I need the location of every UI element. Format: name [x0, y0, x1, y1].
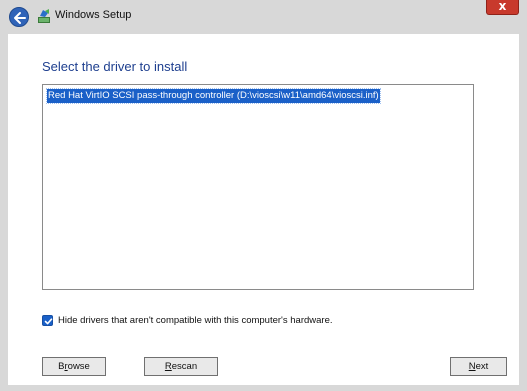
- rescan-button[interactable]: Rescan: [144, 357, 218, 376]
- back-arrow-icon: [14, 12, 26, 24]
- back-button[interactable]: [9, 7, 29, 27]
- title-bar: Windows Setup x: [0, 0, 527, 34]
- windows-setup-icon: [36, 8, 52, 24]
- page-heading: Select the driver to install: [42, 59, 188, 74]
- browse-button[interactable]: Browse: [42, 357, 106, 376]
- close-icon: x: [498, 0, 507, 13]
- close-button[interactable]: x: [486, 0, 519, 15]
- hide-incompatible-checkbox[interactable]: [42, 315, 53, 326]
- setup-window: Windows Setup x Select the driver to ins…: [0, 0, 527, 391]
- driver-list[interactable]: Red Hat VirtIO SCSI pass-through control…: [42, 84, 474, 290]
- hide-incompatible-label[interactable]: Hide drivers that aren't compatible with…: [58, 315, 333, 327]
- window-title: Windows Setup: [55, 9, 132, 21]
- driver-list-item[interactable]: Red Hat VirtIO SCSI pass-through control…: [46, 88, 381, 104]
- next-button[interactable]: Next: [450, 357, 507, 376]
- content-area: Select the driver to install Red Hat Vir…: [8, 34, 519, 385]
- checkmark-icon: [44, 318, 53, 325]
